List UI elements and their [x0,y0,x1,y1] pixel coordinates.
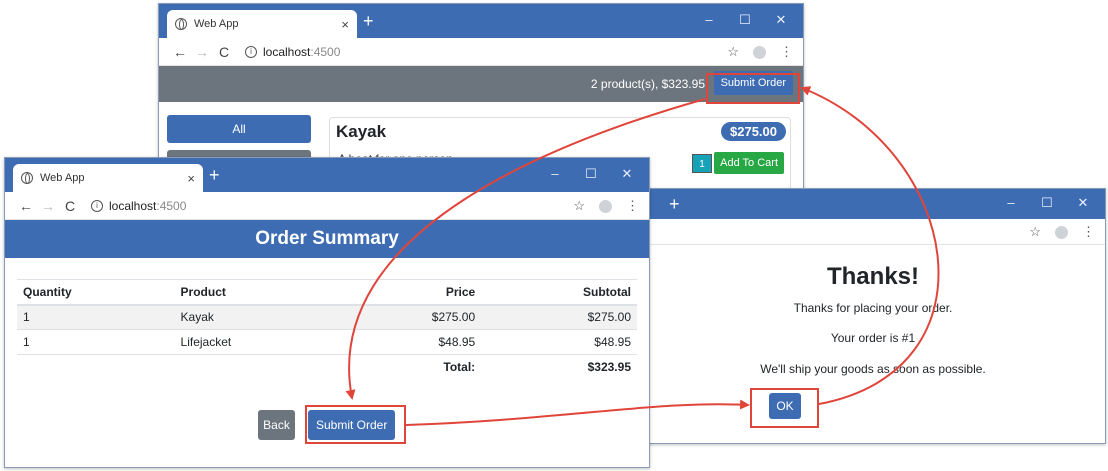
toolbar-icons: ☆ ⋮ [1029,224,1095,240]
cart-summary: 2 product(s), $323.95 [590,77,705,91]
forward-arrow-icon[interactable]: → [191,44,213,60]
title-bar: Web App × + – ☐ ✕ [159,4,803,38]
table-row: 1 Kayak $275.00 $275.00 [17,304,637,330]
window-controls: – ☐ ✕ [537,166,645,182]
price-cell: $275.00 [337,304,482,330]
title-bar: + – ☐ ✕ [641,189,1105,219]
shipping-message: We'll ship your goods as soon as possibl… [760,362,986,376]
tab-close-icon[interactable]: × [187,171,195,186]
price-cell: $48.95 [337,329,482,355]
add-to-cart-button[interactable]: Add To Cart [714,152,784,174]
thanks-message: Thanks for placing your order. [793,301,953,315]
toolbar-icons: ☆ ⋮ [727,44,793,60]
total-value: $323.95 [481,354,637,380]
order-summary-header: Order Summary [5,220,649,258]
column-header: Product [174,279,338,306]
url-host: localhost [263,44,311,59]
maximize-icon[interactable]: ☐ [1029,195,1065,211]
new-tab-button[interactable]: + [363,12,374,30]
forward-arrow-icon[interactable]: → [37,198,59,214]
back-arrow-icon[interactable]: ← [15,198,37,214]
category-all-button[interactable]: All [167,115,311,143]
profile-icon[interactable] [753,45,766,59]
browser-tab[interactable]: Web App × [13,164,203,192]
url-port: :4500 [310,44,341,59]
minimize-icon[interactable]: – [993,195,1029,210]
table-row: 1 Lifejacket $48.95 $48.95 [17,329,637,355]
address-bar: ☆ ⋮ [641,219,1105,245]
column-header: Subtotal [481,279,637,306]
back-button[interactable]: Back [258,410,295,440]
back-arrow-icon[interactable]: ← [169,44,191,60]
menu-icon[interactable]: ⋮ [1082,224,1095,240]
reload-icon[interactable]: C [213,44,235,60]
title-bar: Web App × + – ☐ ✕ [5,158,649,192]
thanks-title: Thanks! [826,263,919,290]
window-controls: – ☐ ✕ [993,195,1101,211]
product-cell: Lifejacket [174,329,338,355]
menu-icon[interactable]: ⋮ [626,198,639,214]
table-header-row: Quantity Product Price Subtotal [17,279,637,306]
total-row: Total: $323.95 [17,354,637,380]
maximize-icon[interactable]: ☐ [573,166,609,182]
subtotal-cell: $275.00 [481,304,637,330]
order-number: Your order is #1 [830,331,916,345]
address-bar: ← → C i localhost:4500 ☆ ⋮ [159,38,803,66]
globe-icon [21,172,33,184]
maximize-icon[interactable]: ☐ [727,12,763,28]
product-name: Kayak [336,122,387,141]
close-icon[interactable]: ✕ [1065,195,1101,211]
new-tab-button[interactable]: + [209,166,220,184]
product-cell: Kayak [174,304,338,330]
tab-close-icon[interactable]: × [341,17,349,32]
order-table: Quantity Product Price Subtotal 1 Kayak … [17,279,637,380]
profile-icon[interactable] [1055,225,1068,239]
highlight-navbar-submit [706,73,800,104]
menu-icon[interactable]: ⋮ [780,44,793,60]
price-badge: $275.00 [721,122,786,141]
address-bar: ← → C i localhost:4500 ☆ ⋮ [5,192,649,220]
new-tab-button[interactable]: + [669,195,680,213]
highlight-submit-order [305,405,406,444]
column-header: Quantity [17,279,175,306]
url-port: :4500 [156,198,187,213]
tab-title: Web App [40,172,85,184]
quantity-cell: 1 [17,329,175,355]
profile-icon[interactable] [599,199,612,213]
close-icon[interactable]: ✕ [609,166,645,182]
url-field[interactable]: localhost:4500 [263,45,340,59]
toolbar-icons: ☆ ⋮ [573,198,639,214]
window-controls: – ☐ ✕ [691,12,799,28]
url-host: localhost [109,198,157,213]
total-label: Total: [337,354,482,380]
quantity-cell: 1 [17,304,175,330]
highlight-ok [750,388,819,428]
reload-icon[interactable]: C [59,198,81,214]
star-icon[interactable]: ☆ [573,198,585,214]
star-icon[interactable]: ☆ [1029,224,1041,240]
info-icon[interactable]: i [91,199,103,212]
star-icon[interactable]: ☆ [727,44,739,60]
browser-tab[interactable]: Web App × [167,10,357,38]
url-field[interactable]: localhost:4500 [109,199,186,213]
minimize-icon[interactable]: – [537,166,573,181]
quantity-select[interactable]: 1 [692,154,712,173]
globe-icon [175,18,187,30]
info-icon[interactable]: i [245,45,257,58]
close-icon[interactable]: ✕ [763,12,799,28]
column-header: Price [337,279,482,306]
minimize-icon[interactable]: – [691,12,727,27]
tab-title: Web App [194,18,239,30]
subtotal-cell: $48.95 [481,329,637,355]
thanks-browser-window: + – ☐ ✕ ☆ ⋮ Thanks! Thanks for placing you… [640,188,1106,444]
